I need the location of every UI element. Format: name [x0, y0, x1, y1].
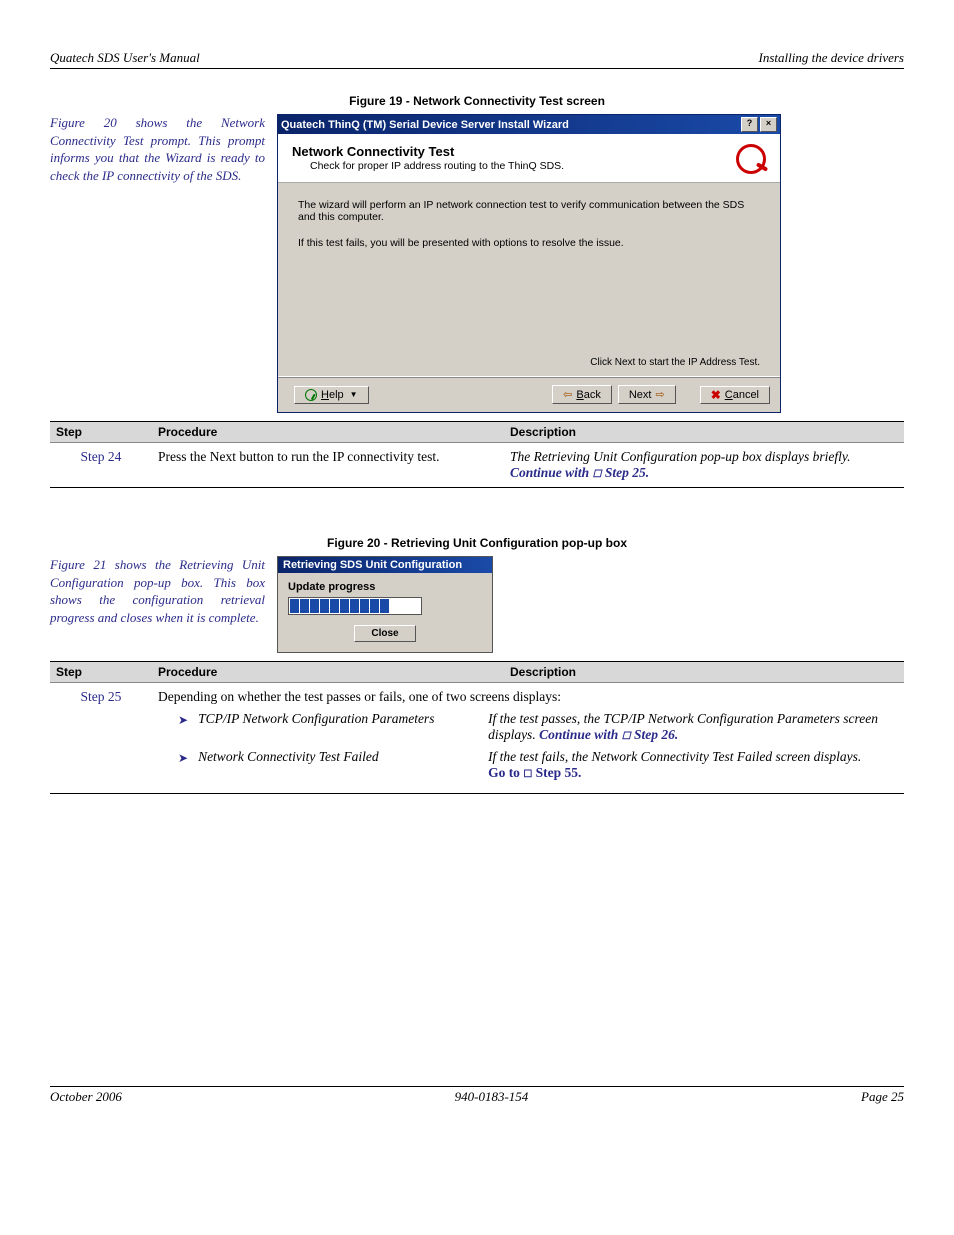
header-left: Quatech SDS User's Manual — [50, 50, 200, 66]
bullet-2-text: Network Connectivity Test Failed — [198, 749, 478, 781]
goto-step-55-link[interactable]: Go to ☐ Step 55. — [488, 765, 581, 780]
col-procedure: Procedure — [152, 662, 504, 683]
figure-20-caption: Figure 20 - Retrieving Unit Configuratio… — [50, 536, 904, 550]
wizard-footer: Help ▼ ⇦ Back Next ⇨ ✖ Cancel — [278, 376, 780, 412]
step-24-label: Step 24 — [56, 449, 146, 465]
close-icon[interactable]: × — [760, 117, 777, 132]
continue-step-25-link[interactable]: Continue with ☐ Step 25. — [510, 465, 649, 480]
wizard-header-panel: Network Connectivity Test Check for prop… — [278, 134, 780, 183]
page-header: Quatech SDS User's Manual Installing the… — [50, 50, 904, 69]
help-button-icon — [305, 389, 317, 401]
footer-left: October 2006 — [50, 1089, 122, 1105]
wizard-hint: Click Next to start the IP Address Test. — [278, 357, 780, 376]
figure-20-sidetext: Figure 21 shows the Retrieving Unit Conf… — [50, 556, 265, 626]
popup-progress-label: Update progress — [288, 581, 482, 593]
step-25-label: Step 25 — [56, 689, 146, 705]
steps-table-2: Step Procedure Description Step 25 Depen… — [50, 661, 904, 794]
figure-19-sidetext: Figure 20 shows the Network Connectivity… — [50, 114, 265, 184]
popup-close-button[interactable]: Close — [354, 625, 416, 642]
wizard-title: Quatech ThinQ (TM) Serial Device Server … — [281, 119, 569, 131]
step-24-procedure: Press the Next button to run the IP conn… — [152, 443, 504, 488]
cancel-button[interactable]: ✖ Cancel — [700, 386, 770, 404]
col-description: Description — [504, 662, 904, 683]
col-procedure: Procedure — [152, 422, 504, 443]
wizard-body: The wizard will perform an IP network co… — [278, 183, 780, 357]
popup-title: Retrieving SDS Unit Configuration — [278, 557, 492, 573]
table-row: Step 24 Press the Next button to run the… — [50, 443, 904, 488]
next-arrow-icon: ⇨ — [655, 388, 664, 401]
wizard-body-text-2: If this test fails, you will be presente… — [298, 237, 760, 249]
bullet-arrow-icon: ➤ — [178, 751, 188, 781]
footer-right: Page 25 — [861, 1089, 904, 1105]
bullet-1-text: TCP/IP Network Configuration Parameters — [198, 711, 478, 743]
bullet-2: ➤ Network Connectivity Test Failed If th… — [178, 749, 898, 781]
help-button[interactable]: Help ▼ — [294, 386, 369, 404]
help-button-label-rest: elp — [329, 389, 344, 401]
wizard-body-text-1: The wizard will perform an IP network co… — [298, 199, 760, 223]
col-step: Step — [50, 662, 152, 683]
figure-19-caption: Figure 19 - Network Connectivity Test sc… — [50, 94, 904, 108]
cancel-button-label-rest: ancel — [733, 389, 759, 401]
steps-table-1: Step Procedure Description Step 24 Press… — [50, 421, 904, 488]
page-footer: October 2006 940-0183-154 Page 25 — [50, 1086, 904, 1105]
wizard-heading: Network Connectivity Test — [292, 144, 736, 159]
step-25-procedure: Depending on whether the test passes or … — [158, 689, 898, 705]
bullet-arrow-icon: ➤ — [178, 713, 188, 743]
continue-step-26-link[interactable]: Continue with ☐ Step 26. — [539, 727, 678, 742]
next-button-label: Next — [629, 389, 652, 401]
wizard-window: Quatech ThinQ (TM) Serial Device Server … — [277, 114, 781, 413]
back-arrow-icon: ⇦ — [563, 388, 572, 401]
progress-bar — [288, 597, 422, 615]
col-description: Description — [504, 422, 904, 443]
table-row: Step 25 Depending on whether the test pa… — [50, 683, 904, 794]
wizard-subheading: Check for proper IP address routing to t… — [310, 160, 736, 172]
bullet-2-desc: If the test fails, the Network Connectiv… — [488, 749, 898, 781]
cancel-x-icon: ✖ — [711, 390, 721, 400]
popup-window: Retrieving SDS Unit Configuration Update… — [277, 556, 493, 653]
back-button[interactable]: ⇦ Back — [552, 385, 612, 404]
bullet-1-desc: If the test passes, the TCP/IP Network C… — [488, 711, 898, 743]
step-24-desc-line1: The Retrieving Unit Configuration pop-up… — [510, 449, 850, 464]
chevron-down-icon: ▼ — [350, 390, 358, 399]
back-button-label-rest: ack — [584, 389, 601, 401]
help-icon[interactable]: ? — [741, 117, 758, 132]
wizard-titlebar: Quatech ThinQ (TM) Serial Device Server … — [278, 115, 780, 134]
step-24-description: The Retrieving Unit Configuration pop-up… — [504, 443, 904, 488]
bullet-1: ➤ TCP/IP Network Configuration Parameter… — [178, 711, 898, 743]
col-step: Step — [50, 422, 152, 443]
footer-center: 940-0183-154 — [455, 1089, 529, 1105]
next-button[interactable]: Next ⇨ — [618, 385, 676, 404]
quatech-logo-icon — [736, 144, 766, 170]
header-right: Installing the device drivers — [759, 50, 905, 66]
